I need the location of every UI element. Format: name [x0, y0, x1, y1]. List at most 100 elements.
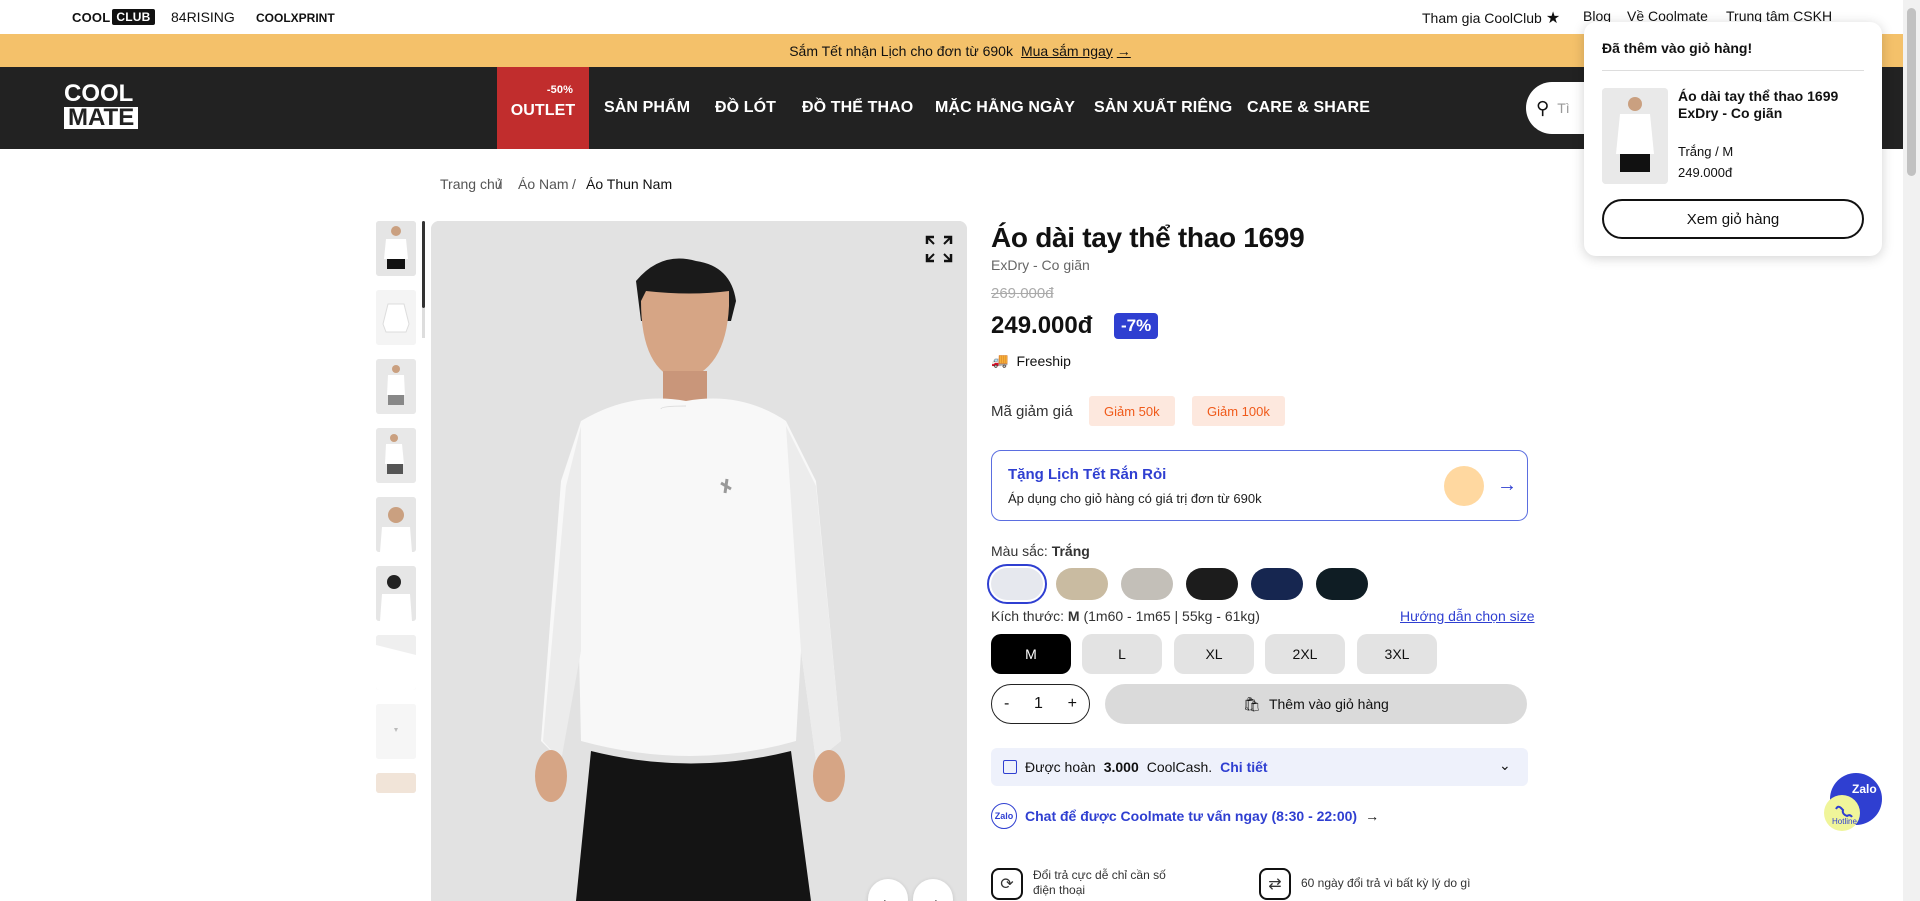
color-swatch-stone[interactable]: [1121, 568, 1173, 600]
join-coolclub-label: Tham gia CoolClub: [1422, 10, 1542, 26]
nav-sportswear[interactable]: ĐỒ THỂ THAO: [802, 67, 913, 149]
qty-decrease-button[interactable]: -: [1004, 695, 1009, 713]
zalo-hotline-fab[interactable]: Zalo Hotline: [1822, 771, 1882, 831]
thumbnail-image: [376, 635, 416, 690]
color-label-row: Màu sắc: Trắng: [991, 543, 1090, 559]
thumbnail-image: [376, 566, 416, 621]
size-label-row: Kích thước: M (1m60 - 1m65 | 55kg - 61kg…: [991, 608, 1260, 624]
nav-outlet-label: OUTLET: [510, 102, 576, 119]
breadcrumb-ao-nam[interactable]: Áo Nam: [518, 176, 569, 192]
breadcrumb-home[interactable]: Trang chủ: [440, 176, 503, 192]
color-value: Trắng: [1051, 543, 1090, 559]
chat-text: Chat để được Coolmate tư vấn ngay (8:30 …: [1025, 808, 1358, 824]
size-hint: (1m60 - 1m65 | 55kg - 61kg): [1083, 608, 1260, 624]
product-title: Áo dài tay thể thao 1699: [991, 222, 1305, 253]
size-xl-button[interactable]: XL: [1174, 634, 1254, 674]
nav-underwear[interactable]: ĐỒ LÓT: [715, 67, 776, 149]
arrow-right-icon: →: [1365, 808, 1380, 824]
thumbnail-image: [376, 290, 416, 345]
quantity-stepper: - 1 +: [991, 684, 1090, 724]
thumbnail[interactable]: [376, 359, 416, 414]
thumbnail[interactable]: [376, 704, 416, 759]
coolclub-club: CLUB: [112, 9, 155, 25]
feature-easy-return: ⟳ Đổi trả cực dễ chỉ cần số điện thoại: [991, 868, 1183, 900]
truck-icon: 🚚: [991, 352, 1009, 368]
return-60-icon: ⇄: [1259, 868, 1291, 900]
shop-now-label: Mua sắm ngay: [1020, 42, 1113, 59]
arrow-left-icon: ←: [879, 888, 897, 901]
search-placeholder: Tì: [1557, 100, 1570, 116]
product-photo: [431, 221, 967, 901]
thumbnail-scroll-track: [422, 308, 425, 338]
thumbnail-image: [376, 359, 416, 414]
fullscreen-icon[interactable]: [925, 235, 953, 263]
size-label: Kích thước:: [991, 608, 1065, 624]
voucher-50k[interactable]: Giảm 50k: [1089, 396, 1175, 426]
thumbnail[interactable]: [376, 773, 416, 793]
nav-outlet[interactable]: -50% OUTLET: [497, 67, 589, 149]
color-swatch-beige[interactable]: [1056, 568, 1108, 600]
hotline-label: Hotline: [1832, 817, 1857, 826]
color-swatch-white[interactable]: [987, 564, 1047, 604]
cart-item-price: 249.000đ: [1678, 165, 1733, 180]
color-swatch-navy[interactable]: [1251, 568, 1303, 600]
qty-value[interactable]: 1: [1034, 695, 1043, 713]
nav-everyday[interactable]: MẶC HẰNG NGÀY: [935, 67, 1075, 149]
product-subtitle: ExDry - Co giãn: [991, 257, 1090, 273]
scrollbar-thumb[interactable]: [1907, 8, 1916, 176]
84rising-link[interactable]: 84RISING: [171, 9, 235, 25]
join-coolclub-link[interactable]: Tham gia CoolClub ★: [1422, 8, 1560, 28]
coolcash-amount: 3.000: [1103, 759, 1139, 775]
coolcash-detail-link[interactable]: Chi tiết: [1220, 759, 1267, 775]
zalo-chat-link[interactable]: Zalo Chat để được Coolmate tư vấn ngay (…: [991, 803, 1379, 829]
color-label: Màu sắc:: [991, 543, 1048, 559]
current-price: 249.000đ: [991, 312, 1093, 339]
freeship-info: 🚚 Freeship: [991, 352, 1071, 369]
add-to-cart-label: Thêm vào giỏ hàng: [1268, 696, 1389, 712]
thumbnail-image: [376, 497, 416, 552]
color-swatch-dark-teal[interactable]: [1316, 568, 1368, 600]
nav-products[interactable]: SẢN PHẨM: [604, 67, 690, 149]
thumbnail[interactable]: [376, 566, 416, 621]
cart-item-image: [1602, 88, 1668, 184]
refresh-icon: ⟳: [991, 868, 1023, 900]
coolxprint-link[interactable]: COOLXPRINT: [256, 11, 335, 25]
promo-banner[interactable]: Tặng Lịch Tết Rắn Rỏi Áp dụng cho giỏ hà…: [991, 450, 1528, 521]
calendar-gift-icon: [1444, 466, 1484, 506]
shopping-bag-icon: 🛍: [1243, 695, 1261, 712]
announcement-text: Sắm Tết nhận Lịch cho đơn từ 690k: [789, 42, 1013, 59]
zalo-icon: Zalo: [991, 803, 1017, 829]
view-cart-button[interactable]: Xem giỏ hàng: [1602, 199, 1864, 239]
coolmate-logo[interactable]: COOL MATE: [64, 80, 140, 133]
thumbnail[interactable]: [376, 290, 416, 345]
coolclub-cool: COOL: [72, 9, 111, 25]
product-main-image[interactable]: ← →: [431, 221, 967, 901]
size-m-button[interactable]: M: [991, 634, 1071, 674]
outlet-discount-tag: -50%: [546, 84, 573, 96]
color-swatch-black[interactable]: [1186, 568, 1238, 600]
size-3xl-button[interactable]: 3XL: [1357, 634, 1437, 674]
size-value: M: [1067, 608, 1080, 624]
thumbnail-image: [376, 773, 416, 793]
page-scrollbar[interactable]: [1903, 0, 1920, 901]
size-guide-link[interactable]: Hướng dẫn chọn size: [1400, 608, 1535, 624]
thumbnail[interactable]: [376, 497, 416, 552]
discount-badge: -7%: [1114, 313, 1159, 339]
size-l-button[interactable]: L: [1082, 634, 1162, 674]
voucher-100k[interactable]: Giảm 100k: [1192, 396, 1285, 426]
breadcrumb-sep: /: [498, 176, 502, 192]
coolclub-link[interactable]: COOL CLUB: [72, 9, 155, 25]
thumbnail[interactable]: [376, 221, 416, 276]
qty-increase-button[interactable]: +: [1068, 695, 1077, 713]
nav-custom[interactable]: SẢN XUẤT RIÊNG: [1094, 67, 1232, 149]
add-to-cart-button[interactable]: 🛍 Thêm vào giỏ hàng: [1105, 684, 1527, 724]
thumbnail[interactable]: [376, 635, 416, 690]
thumbnail[interactable]: [376, 428, 416, 483]
size-2xl-button[interactable]: 2XL: [1265, 634, 1345, 674]
thumbnail-scroll-indicator: [422, 221, 425, 308]
shop-now-link[interactable]: Mua sắm ngay →: [1021, 43, 1131, 59]
coolcash-info[interactable]: Được hoàn 3.000 CoolCash. Chi tiết ⌄: [991, 748, 1528, 786]
breadcrumb-current: Áo Thun Nam: [586, 176, 673, 192]
nav-care-share[interactable]: CARE & SHARE: [1247, 67, 1370, 149]
logo-cool: COOL: [64, 80, 134, 107]
